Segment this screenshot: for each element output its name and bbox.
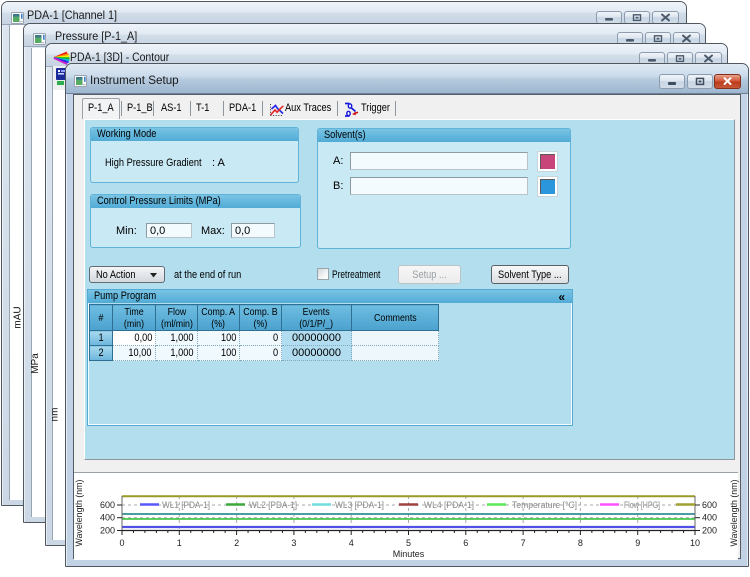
svg-text:200: 200 bbox=[100, 526, 115, 536]
svg-text:600: 600 bbox=[100, 500, 115, 510]
svg-text:Minutes: Minutes bbox=[393, 549, 425, 559]
svg-text:WL1 [PDA-1]: WL1 [PDA-1] bbox=[162, 500, 210, 511]
svg-text:4: 4 bbox=[349, 538, 354, 548]
svg-text:200: 200 bbox=[702, 526, 717, 536]
svg-text:400: 400 bbox=[100, 513, 115, 523]
svg-text:WL2 [PDA-1]: WL2 [PDA-1] bbox=[249, 500, 297, 511]
svg-text:10: 10 bbox=[690, 538, 700, 548]
svg-text:Wavelength (nm): Wavelength (nm) bbox=[729, 480, 739, 547]
svg-text:8: 8 bbox=[578, 538, 583, 548]
svg-text:6: 6 bbox=[463, 538, 468, 548]
svg-text:Flow [HPG]: Flow [HPG] bbox=[624, 500, 660, 511]
svg-text:600: 600 bbox=[702, 500, 717, 510]
svg-text:0: 0 bbox=[119, 538, 124, 548]
svg-text:3: 3 bbox=[291, 538, 296, 548]
svg-text:2: 2 bbox=[234, 538, 239, 548]
svg-text:Wavelength (nm): Wavelength (nm) bbox=[74, 480, 84, 547]
svg-text:1: 1 bbox=[177, 538, 182, 548]
svg-text:400: 400 bbox=[702, 513, 717, 523]
svg-text:Temperature [°C]: Temperature [°C] bbox=[512, 500, 577, 511]
svg-text:5: 5 bbox=[406, 538, 411, 548]
svg-text:WL4 [PDA-1]: WL4 [PDA-1] bbox=[424, 500, 474, 511]
svg-text:9: 9 bbox=[635, 538, 640, 548]
svg-text:WL3 [PDA-1]: WL3 [PDA-1] bbox=[335, 500, 384, 511]
svg-text:7: 7 bbox=[521, 538, 526, 548]
